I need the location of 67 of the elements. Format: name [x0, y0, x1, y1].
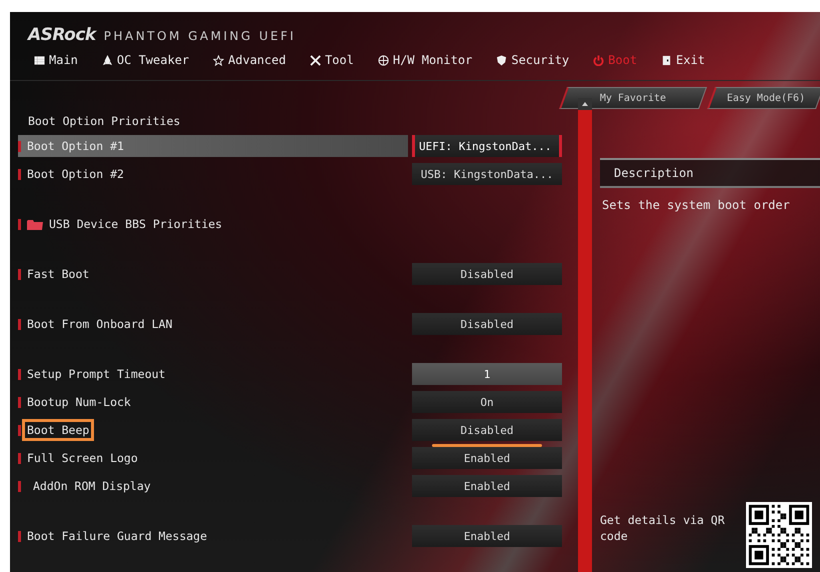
shield-icon [496, 54, 508, 66]
setting-row[interactable]: AddOn ROM Display [18, 475, 408, 497]
setting-row[interactable]: Boot Option #1 [18, 135, 408, 157]
list-icon [34, 54, 45, 66]
row-marker [18, 396, 21, 408]
row-marker [18, 218, 21, 230]
setting-label: USB Device BBS Priorities [48, 216, 224, 233]
setting-label: Boot Option #1 [26, 138, 125, 155]
number-field[interactable]: 1 [412, 363, 562, 385]
option-select[interactable]: Enabled [412, 525, 562, 547]
setting-row[interactable]: Setup Prompt Timeout [18, 363, 408, 385]
setting-label: Boot From Onboard LAN [26, 316, 174, 333]
row-marker [18, 318, 21, 330]
row-marker [18, 530, 21, 542]
setting-row[interactable]: Boot Failure Guard Message [18, 525, 408, 547]
section-title: Boot Option Priorities [27, 113, 182, 130]
mode-button[interactable]: My Favorite [558, 87, 707, 110]
rocket-icon [102, 54, 113, 66]
option-select[interactable]: Enabled [412, 475, 562, 497]
row-marker [18, 368, 21, 380]
setting-label: AddOn ROM Display [32, 478, 152, 495]
gauge-icon [378, 54, 389, 66]
star-icon [213, 54, 224, 66]
row-marker [18, 452, 21, 464]
setting-label: Setup Prompt Timeout [26, 366, 166, 383]
setting-row[interactable]: Boot Beep [18, 419, 408, 441]
menu-tab[interactable]: OC Tweaker [102, 53, 190, 67]
option-select[interactable]: On [412, 391, 562, 413]
row-marker [18, 424, 21, 436]
folder-icon [27, 218, 43, 230]
mode-button[interactable]: Easy Mode(F6) [706, 87, 820, 110]
brand-logo: ASRock [28, 25, 96, 45]
menu-tab[interactable]: Main [34, 53, 78, 67]
setting-label: Full Screen Logo [26, 450, 139, 467]
option-select[interactable]: USB: KingstonData... [412, 163, 562, 185]
door-icon [661, 54, 672, 66]
menu-tab[interactable]: Exit [661, 53, 705, 67]
option-select[interactable]: Disabled [412, 263, 562, 285]
row-marker [18, 140, 21, 152]
setting-label: Boot Beep [22, 419, 94, 441]
description-header: Description [600, 158, 820, 188]
setting-label: Boot Option #2 [26, 166, 125, 183]
power-icon [593, 54, 604, 66]
row-marker [18, 480, 21, 492]
option-select[interactable]: UEFI: KingstonDat... [412, 135, 562, 157]
row-marker [18, 268, 21, 280]
product-name: PHANTOM GAMING UEFI [104, 29, 296, 43]
menu-tab[interactable]: H/W Monitor [378, 53, 472, 67]
qr-hint: Get details via QR code [600, 512, 726, 544]
setting-label: Fast Boot [26, 266, 90, 283]
qr-code-icon [746, 502, 812, 568]
setting-row[interactable]: Boot Option #2 [18, 163, 408, 185]
menu-tab[interactable]: Advanced [213, 53, 286, 67]
setting-row[interactable]: Bootup Num-Lock [18, 391, 408, 413]
description-text: Sets the system boot order [601, 197, 791, 212]
option-select[interactable]: Disabled [412, 313, 562, 335]
menu-tab[interactable]: Tool [310, 53, 354, 67]
setting-row[interactable]: Fast Boot [18, 263, 408, 285]
setting-row[interactable]: Boot From Onboard LAN [18, 313, 408, 335]
setting-row[interactable]: Full Screen Logo [18, 447, 408, 469]
tools-icon [310, 54, 321, 66]
row-marker [18, 168, 21, 180]
option-select[interactable]: Enabled [412, 447, 562, 469]
setting-label: Bootup Num-Lock [26, 394, 132, 411]
setting-row[interactable]: USB Device BBS Priorities [18, 213, 408, 235]
menu-tab[interactable]: Security [496, 53, 570, 67]
setting-label: Boot Failure Guard Message [26, 528, 208, 545]
